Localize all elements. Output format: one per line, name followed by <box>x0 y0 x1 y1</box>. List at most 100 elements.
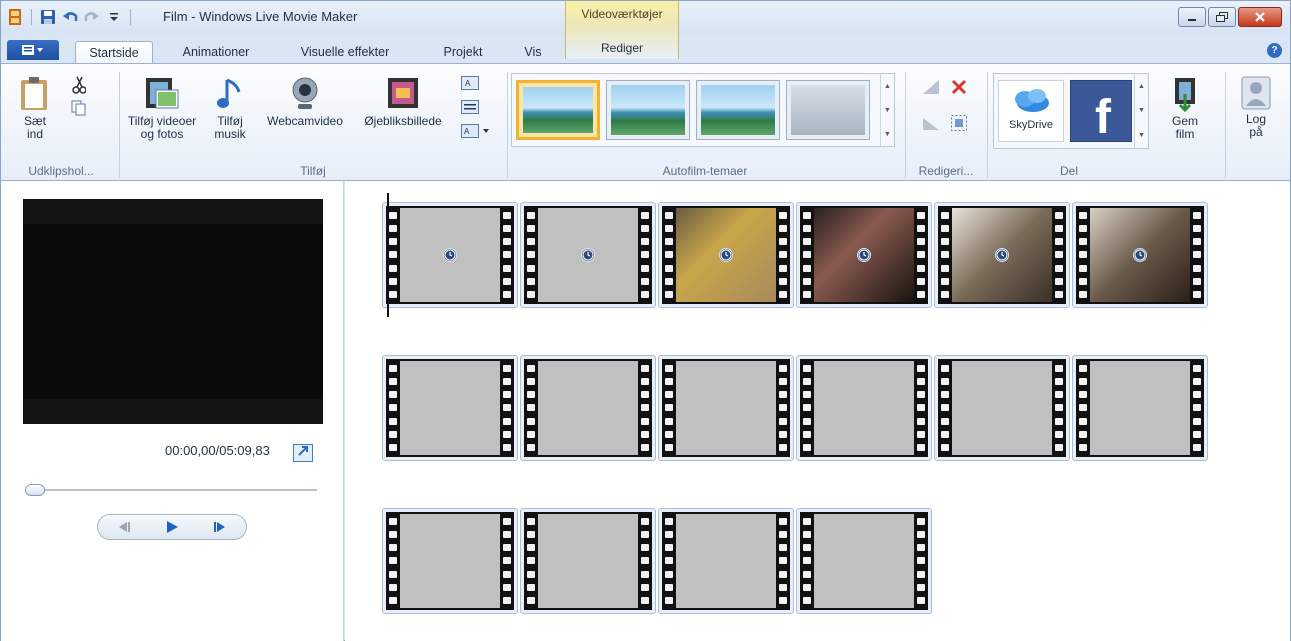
storyboard-clip[interactable] <box>520 508 656 614</box>
tab-projekt[interactable]: Projekt <box>433 41 493 63</box>
seek-thumb[interactable] <box>25 484 45 496</box>
svg-text:A: A <box>464 127 470 136</box>
tab-animationer[interactable]: Animationer <box>171 41 261 63</box>
storyboard-clip[interactable] <box>382 355 518 461</box>
app-icon[interactable] <box>7 9 23 25</box>
add-group: Tilføj videoer og fotos Tilføj musik Web… <box>121 68 505 180</box>
paste-icon <box>21 77 47 110</box>
rotate-left-icon <box>923 80 939 94</box>
ribbon-tabs: Startside Animationer Visuelle effekter … <box>1 35 1290 63</box>
rotate-right-icon <box>923 118 939 130</box>
paste-label: Sæt ind <box>23 114 46 141</box>
gallery-more-icon[interactable]: ▼ <box>1138 132 1145 139</box>
storyboard-clip[interactable] <box>796 202 932 308</box>
help-icon[interactable]: ? <box>1267 43 1282 58</box>
snapshot-button[interactable]: Øjebliksbillede <box>353 76 453 128</box>
save-icon[interactable] <box>40 9 56 25</box>
app-window: Film - Windows Live Movie Maker Videovær… <box>0 0 1291 641</box>
tab-visuelle-effekter[interactable]: Visuelle effekter <box>289 41 401 63</box>
paste-button[interactable]: Sæt ind <box>15 76 55 141</box>
storyboard-clip[interactable] <box>658 508 794 614</box>
copy-button[interactable] <box>69 100 89 119</box>
customize-toolbar-icon[interactable] <box>106 9 122 25</box>
storyboard-clip[interactable] <box>934 202 1070 308</box>
fullscreen-button[interactable] <box>293 444 313 462</box>
minimize-button[interactable] <box>1178 7 1206 27</box>
duration-clock-icon <box>1133 248 1147 262</box>
storyboard-clip[interactable] <box>658 202 794 308</box>
theme-thumbnail[interactable] <box>516 80 600 140</box>
webcam-button[interactable]: Webcamvideo <box>257 76 353 128</box>
seek-slider[interactable] <box>25 484 317 496</box>
editing-group-label: Redigeri... <box>918 164 974 178</box>
sign-in-button[interactable]: Log på <box>1231 76 1281 139</box>
next-frame-button[interactable] <box>201 517 241 537</box>
caption-icon <box>461 100 479 114</box>
cut-button[interactable] <box>69 76 89 97</box>
snapshot-label: Øjebliksbillede <box>364 114 442 128</box>
storyboard-clip[interactable] <box>796 508 932 614</box>
gallery-more-icon[interactable]: ▼ <box>884 131 891 138</box>
play-icon <box>166 521 178 533</box>
tab-vis[interactable]: Vis <box>515 41 551 63</box>
storyboard-clip[interactable] <box>1072 355 1208 461</box>
storyboard-clip[interactable] <box>520 355 656 461</box>
scroll-down-icon[interactable]: ▼ <box>1138 107 1145 114</box>
gallery-scroll[interactable]: ▲ ▼ ▼ <box>880 74 894 146</box>
storyboard-clip[interactable] <box>1072 202 1208 308</box>
clipboard-group: Sæt ind Udklipshol... <box>5 68 117 180</box>
share-group: SkyDrive f ▲ ▼ ▼ Gem film Del <box>989 68 1219 180</box>
share-gallery: SkyDrive f ▲ ▼ ▼ <box>993 73 1149 149</box>
storyboard-clip[interactable] <box>382 508 518 614</box>
storyboard-clip[interactable] <box>520 202 656 308</box>
ribbon: Sæt ind Udklipshol... Tilføj videoer og … <box>1 63 1290 181</box>
add-videos-button[interactable]: Tilføj videoer og fotos <box>121 76 203 141</box>
preview-pane: 00:00,00/05:09,83 <box>1 181 344 641</box>
theme-thumbnail[interactable] <box>606 80 690 140</box>
storyboard-clip[interactable] <box>658 355 794 461</box>
scroll-up-icon[interactable]: ▲ <box>1138 83 1145 90</box>
theme-thumbnail[interactable] <box>696 80 780 140</box>
tab-startside[interactable]: Startside <box>75 41 153 63</box>
skydrive-button[interactable]: SkyDrive <box>998 80 1064 142</box>
share-gallery-scroll[interactable]: ▲ ▼ ▼ <box>1134 74 1148 148</box>
storyboard-clip[interactable] <box>796 355 932 461</box>
scroll-up-icon[interactable]: ▲ <box>884 83 891 90</box>
save-movie-button[interactable]: Gem film <box>1161 76 1209 141</box>
scroll-down-icon[interactable]: ▼ <box>884 107 891 114</box>
undo-icon[interactable] <box>62 9 78 25</box>
theme-thumbnail[interactable] <box>786 80 870 140</box>
add-videos-icon <box>146 78 179 109</box>
redo-icon[interactable] <box>84 9 100 25</box>
select-all-button[interactable] <box>947 114 971 135</box>
snapshot-icon <box>388 78 418 108</box>
previous-frame-button[interactable] <box>103 517 143 537</box>
automovie-group-label: Autofilm-temaer <box>662 164 748 178</box>
play-button[interactable] <box>152 517 192 537</box>
video-preview[interactable] <box>23 199 323 424</box>
svg-text:f: f <box>1095 91 1112 141</box>
add-music-button[interactable]: Tilføj musik <box>207 76 253 141</box>
caption-title-button[interactable]: A <box>459 76 481 93</box>
caption-button[interactable] <box>459 100 481 117</box>
editing-group: Redigeri... <box>907 68 985 180</box>
select-all-icon <box>951 115 967 131</box>
credits-icon: A <box>461 124 489 138</box>
facebook-button[interactable]: f <box>1070 80 1132 144</box>
remove-button[interactable] <box>947 78 971 99</box>
webcam-icon <box>292 77 318 109</box>
rotate-right-button[interactable] <box>919 114 943 135</box>
playhead[interactable] <box>387 193 389 317</box>
rotate-left-button[interactable] <box>919 78 943 99</box>
storyboard-clip[interactable] <box>934 355 1070 461</box>
facebook-icon: f <box>1095 91 1112 144</box>
save-movie-icon <box>1175 78 1195 112</box>
credits-button[interactable]: A <box>459 124 493 141</box>
expand-icon <box>298 446 308 456</box>
close-button[interactable] <box>1238 7 1282 27</box>
restore-button[interactable] <box>1208 7 1236 27</box>
storyboard-clip[interactable] <box>382 202 518 308</box>
storyboard <box>345 181 1290 641</box>
time-display: 00:00,00/05:09,83 <box>165 443 270 458</box>
file-menu-button[interactable] <box>7 40 59 60</box>
